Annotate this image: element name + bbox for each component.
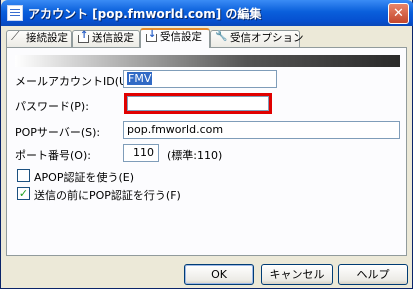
cancel-button[interactable]: キャンセル [261,264,333,285]
port-default-note: (標準:110) [167,149,223,162]
tab-receive-settings[interactable]: 受信設定 [140,27,210,48]
checkmark-icon: ✓ [18,187,29,200]
tab-label: 受信設定 [160,31,202,43]
pop-server-input[interactable]: pop.fmworld.com [123,121,400,139]
receive-settings-panel: メールアカウントID(U): FMV パスワード(P): POPサーバー(S):… [6,47,407,256]
tab-label: 接続設定 [26,32,68,44]
port-label: ポート番号(O): [15,149,91,162]
account-edit-dialog: アカウント [pop.fmworld.com] の編集 ✕ 接続設定 送信設定 … [0,0,413,289]
account-id-input[interactable]: FMV [123,70,277,88]
tab-label: 送信設定 [92,32,134,44]
header-banner [15,55,400,67]
receive-icon [145,27,157,42]
tab-label: 受信オプション [230,32,304,44]
window-title: アカウント [pop.fmworld.com] の編集 [28,7,262,21]
port-input[interactable]: 110 [123,144,159,162]
dialog-icon [7,5,23,21]
connection-icon [11,29,23,44]
apop-label[interactable]: APOP認証を使う(E) [34,169,134,185]
password-highlight-box [124,93,272,114]
wrench-icon [215,29,227,44]
title-bar[interactable]: アカウント [pop.fmworld.com] の編集 ✕ [1,0,413,26]
account-id-value: FMV [127,72,153,85]
close-button[interactable]: ✕ [388,3,409,24]
ok-button[interactable]: OK [184,264,254,285]
pop-before-send-checkbox[interactable]: ✓ [17,187,30,200]
tab-send-settings[interactable]: 送信設定 [72,28,140,47]
password-label: パスワード(P): [15,100,89,113]
apop-checkbox[interactable] [17,169,30,182]
tab-connection-settings[interactable]: 接続設定 [6,29,72,47]
help-button[interactable]: ヘルプ [338,264,408,285]
pop-server-label: POPサーバー(S): [15,126,101,139]
send-icon [77,28,89,43]
account-id-label: メールアカウントID(U): [15,75,136,88]
pop-before-send-label[interactable]: 送信の前にPOP認証を行う(F) [34,187,181,203]
tab-receive-options[interactable]: 受信オプション [210,29,304,47]
